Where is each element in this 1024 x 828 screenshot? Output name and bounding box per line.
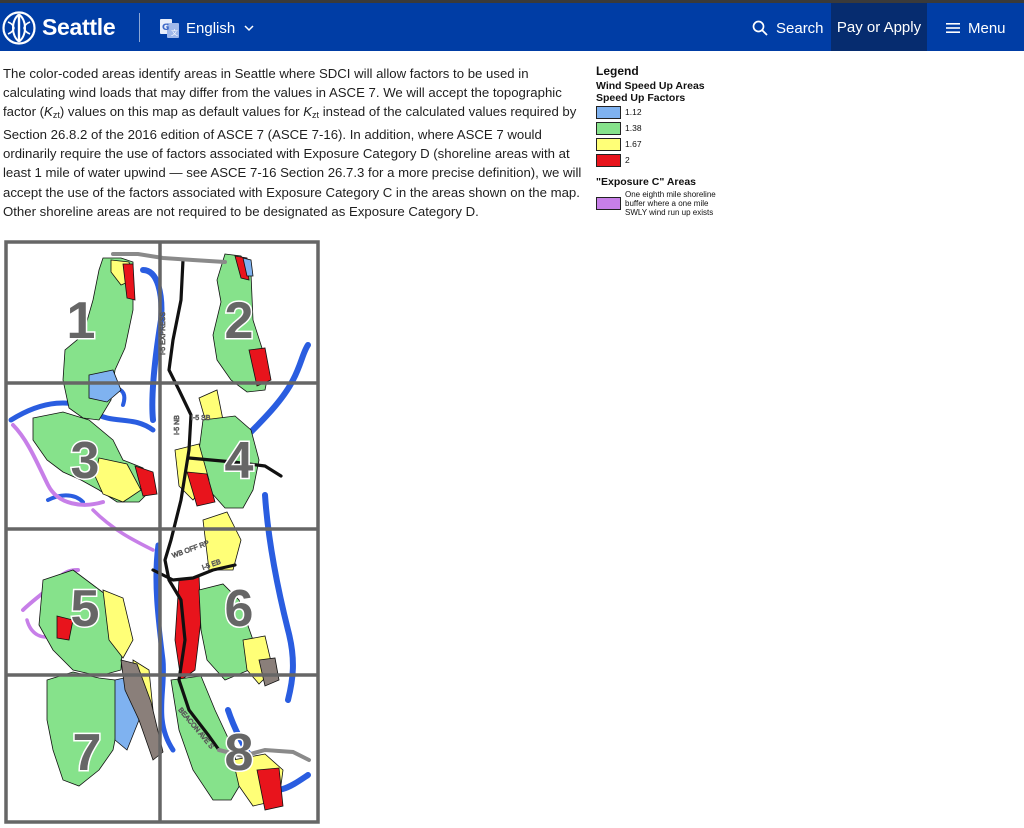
road-label: WB OFF RP	[171, 540, 210, 560]
kzt-subscript: zt	[52, 110, 60, 121]
zone-label-6: 6	[225, 580, 254, 638]
seattle-logo-icon[interactable]	[2, 11, 36, 45]
zone-label-3: 3	[71, 432, 100, 490]
zone-label-2: 2	[225, 292, 254, 350]
legend-exposure-swatch	[596, 197, 621, 210]
svg-text:文: 文	[171, 28, 178, 37]
legend-subtitle-line-2: Speed Up Factors	[596, 91, 686, 104]
legend-swatch	[596, 105, 621, 119]
kzt-symbol: K	[303, 104, 313, 120]
legend-exposure-title: "Exposure C" Areas	[596, 176, 697, 188]
zone-label-1: 1	[67, 292, 96, 350]
kzt-subscript: zt	[312, 110, 320, 121]
road-label: I-5 NB	[174, 415, 181, 435]
zone-label-7: 7	[73, 724, 102, 782]
legend-value: 2	[625, 155, 630, 165]
area-6-2	[174, 575, 202, 681]
legend-subtitle: Wind Speed Up Areas Speed Up Factors	[596, 80, 756, 104]
pay-or-apply-button[interactable]: Pay or Apply	[831, 3, 927, 51]
site-header: Seattle G 文 English Search Pay or Apply …	[0, 3, 1024, 51]
legend-value: 1.12	[625, 107, 642, 117]
menu-button[interactable]: Menu	[946, 17, 1006, 39]
wind-speed-up-map: I-5 EXPRESSI-5 NB I-5 SBWB OFF RPI-5 EBBE…	[4, 240, 320, 824]
header-divider	[139, 13, 140, 42]
desc-part-2: ) values on this map as default values f…	[59, 104, 304, 120]
search-label: Search	[776, 19, 824, 37]
svg-text:G: G	[162, 23, 169, 33]
map-legend: Legend Wind Speed Up Areas Speed Up Fact…	[596, 64, 756, 217]
area-6-67b	[202, 511, 242, 571]
legend-item: 1.12	[596, 104, 756, 120]
legend-value: 1.67	[625, 139, 642, 149]
search-button[interactable]: Search	[752, 17, 824, 39]
legend-items: 1.12 1.38 1.67 2	[596, 104, 756, 168]
legend-swatch	[596, 153, 621, 167]
chevron-down-icon	[244, 24, 254, 31]
brand-name[interactable]: Seattle	[42, 13, 116, 41]
legend-item: 2	[596, 152, 756, 168]
menu-label: Menu	[968, 19, 1006, 37]
legend-exposure-item: One eighth mile shoreline buffer where a…	[596, 190, 756, 217]
search-icon	[752, 20, 768, 36]
legend-exposure-text: One eighth mile shoreline buffer where a…	[625, 190, 716, 217]
road-label: I-5 EXPRESS	[160, 311, 167, 355]
pay-label: Pay or Apply	[836, 18, 922, 36]
road-label: I-5 SB	[191, 415, 211, 422]
legend-item: 1.67	[596, 136, 756, 152]
zone-label-8: 8	[225, 724, 254, 782]
zone-label-5: 5	[71, 580, 100, 638]
legend-swatch	[596, 121, 621, 135]
menu-icon	[946, 23, 960, 33]
google-translate-icon: G 文	[160, 18, 179, 38]
legend-subtitle-line-1: Wind Speed Up Areas	[596, 80, 705, 92]
language-label: English	[186, 19, 236, 37]
legend-swatch	[596, 137, 621, 151]
area-1-12	[88, 369, 122, 403]
zone-label-4: 4	[225, 432, 254, 490]
legend-item: 1.38	[596, 120, 756, 136]
legend-value: 1.38	[625, 123, 642, 133]
map-description: The color-coded areas identify areas in …	[3, 64, 585, 221]
area-8-grey	[258, 657, 280, 687]
desc-part-3: instead of the calculated values require…	[3, 104, 582, 219]
language-selector[interactable]: G 文 English	[160, 16, 254, 40]
legend-title: Legend	[596, 64, 639, 78]
kzt-symbol: K	[44, 104, 53, 120]
